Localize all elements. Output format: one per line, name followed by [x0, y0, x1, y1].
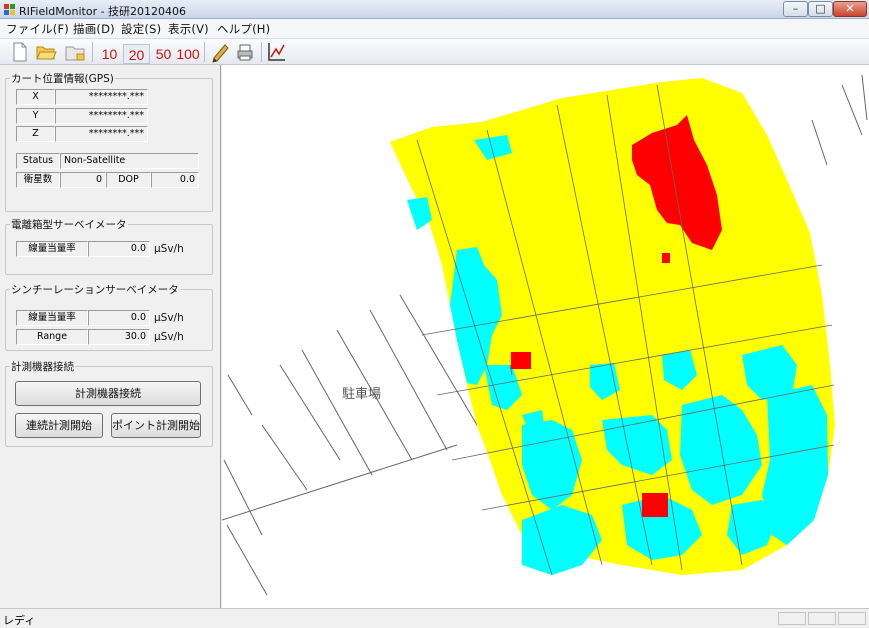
parking-line: [811, 119, 828, 166]
parking-line: [841, 84, 863, 136]
dop-value: 0.0: [151, 172, 199, 188]
parking-line: [279, 364, 341, 461]
status-bar: レディ: [0, 608, 869, 627]
dose-map[interactable]: [222, 65, 869, 608]
toolbar: 10 20 50 100: [0, 39, 869, 65]
parking-line: [261, 424, 308, 491]
ion-dose-rate-value: 0.0: [88, 241, 150, 257]
zoom-50-button[interactable]: 50: [150, 44, 177, 64]
maximize-button[interactable]: □: [808, 1, 833, 17]
high-dose-area: [642, 493, 668, 517]
device-connection-group: 計測機器接続 計測機器接続 連続計測開始 ポイント計測開始: [5, 359, 213, 447]
parking-line: [223, 459, 263, 536]
status-label: Status: [16, 153, 60, 169]
scint-dose-rate-unit: μSv/h: [154, 312, 184, 324]
toolbar-separator: [204, 42, 205, 62]
save-icon[interactable]: [63, 41, 87, 63]
menu-settings[interactable]: 設定(S): [121, 21, 161, 37]
ion-dose-rate-label: 線量当量率: [16, 241, 88, 257]
app-icon: [4, 4, 15, 15]
z-value: ********.***: [55, 126, 148, 142]
gps-group: カート位置情報(GPS) X ********.*** Y ********.*…: [5, 71, 213, 212]
parking-lot-label: 駐車場: [342, 387, 382, 402]
connect-devices-button[interactable]: 計測機器接続: [15, 381, 201, 406]
status-pane: [778, 612, 806, 625]
zoom-100-button[interactable]: 100: [175, 44, 201, 64]
high-dose-area: [662, 253, 670, 263]
parking-line: [226, 524, 268, 596]
scintillation-survey-title: シンチーレーションサーベイメータ: [10, 282, 180, 297]
range-label: Range: [16, 329, 88, 345]
open-folder-icon[interactable]: [35, 41, 57, 63]
parking-line: [369, 309, 448, 451]
device-connection-title: 計測機器接続: [10, 359, 75, 374]
ionization-survey-group: 電離箱型サーベイメータ 線量当量率 0.0 μSv/h: [5, 217, 213, 275]
parking-line: [222, 444, 458, 521]
ion-dose-rate-unit: μSv/h: [154, 243, 184, 255]
close-button[interactable]: ✕: [833, 1, 867, 17]
scint-dose-rate-value: 0.0: [88, 310, 150, 326]
toolbar-separator: [92, 42, 93, 62]
parking-line: [227, 374, 253, 416]
window-title: RIFieldMonitor - 技研20120406: [19, 5, 187, 18]
status-value: Non-Satellite: [60, 153, 199, 169]
z-label: Z: [16, 126, 55, 142]
scint-dose-rate-label: 線量当量率: [16, 310, 88, 326]
x-label: X: [16, 89, 55, 105]
title-bar: RIFieldMonitor - 技研20120406 – □ ✕: [0, 0, 869, 19]
menu-draw[interactable]: 描画(D): [73, 21, 115, 37]
pen-icon[interactable]: [209, 41, 231, 63]
mid-dose-area: [522, 505, 602, 575]
ionization-survey-title: 電離箱型サーベイメータ: [10, 217, 128, 232]
start-point-button[interactable]: ポイント計測開始: [111, 413, 201, 438]
dose-map-canvas[interactable]: 駐車場: [222, 65, 869, 608]
menu-file[interactable]: ファイル(F): [6, 21, 69, 37]
toolbar-separator: [261, 42, 262, 62]
status-pane: [838, 612, 866, 625]
dop-label: DOP: [106, 172, 151, 188]
y-value: ********.***: [55, 108, 148, 124]
status-pane: [808, 612, 836, 625]
new-file-icon[interactable]: [10, 41, 30, 63]
minimize-button[interactable]: –: [783, 1, 808, 17]
start-continuous-button[interactable]: 連続計測開始: [15, 413, 103, 438]
print-icon[interactable]: [234, 41, 256, 63]
parking-line: [861, 74, 868, 121]
y-label: Y: [16, 108, 55, 124]
range-value: 30.0: [88, 329, 150, 345]
zoom-20-button[interactable]: 20: [123, 44, 150, 64]
high-dose-area: [511, 352, 531, 369]
menu-bar: ファイル(F) 描画(D) 設定(S) 表示(V) ヘルプ(H): [0, 19, 869, 39]
range-unit: μSv/h: [154, 331, 184, 343]
gps-group-title: カート位置情報(GPS): [10, 71, 115, 86]
menu-view[interactable]: 表示(V): [168, 21, 209, 37]
axes-icon[interactable]: [265, 41, 287, 63]
x-value: ********.***: [55, 89, 148, 105]
parking-line: [301, 349, 373, 476]
satellite-count-value: 0: [60, 172, 106, 188]
control-panel: カート位置情報(GPS) X ********.*** Y ********.*…: [0, 65, 221, 608]
scintillation-survey-group: シンチーレーションサーベイメータ 線量当量率 0.0 μSv/h Range 3…: [5, 282, 213, 351]
satellite-count-label: 衛星数: [16, 172, 60, 188]
zoom-10-button[interactable]: 10: [96, 44, 123, 64]
menu-help[interactable]: ヘルプ(H): [217, 21, 270, 37]
